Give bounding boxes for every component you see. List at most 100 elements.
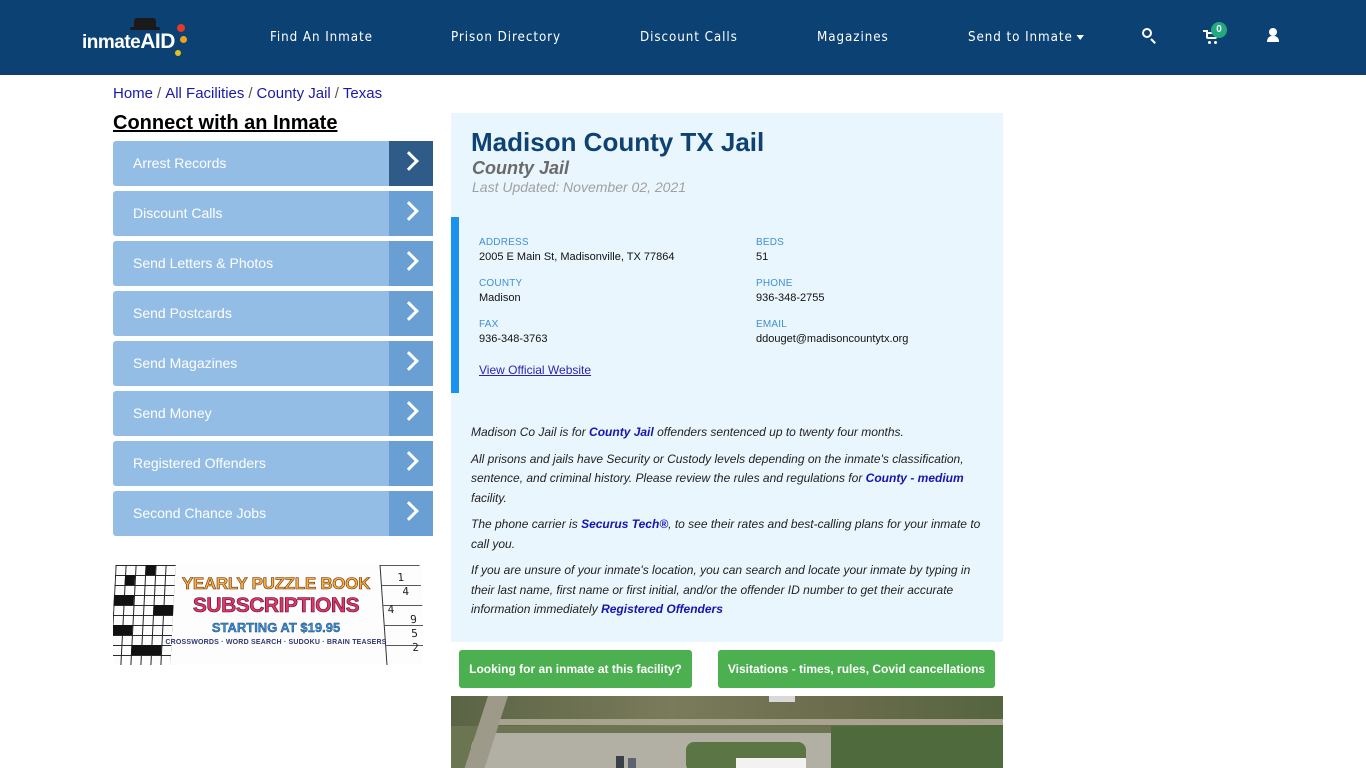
fax-label: FAX — [479, 319, 499, 330]
map-building-roof — [736, 758, 806, 768]
user-body — [1267, 36, 1279, 42]
arrow-box — [389, 241, 433, 286]
sidebar-item-send-postcards[interactable]: Send Postcards — [113, 291, 433, 336]
county-medium-link[interactable]: County - medium — [866, 471, 964, 485]
address-label: ADDRESS — [479, 237, 529, 248]
description-text: Madison Co Jail is for — [471, 425, 590, 439]
ad-price: STARTING AT $19.95 — [211, 620, 341, 635]
phone-label: PHONE — [756, 278, 793, 289]
email-label: EMAIL — [756, 319, 788, 330]
breadcrumb: Home / All Facilities / County Jail / Texas — [113, 85, 382, 102]
map-car — [628, 758, 636, 768]
registered-offenders-link[interactable]: Registered Offenders — [601, 602, 723, 616]
address-value: 2005 E Main St, Madisonville, TX 77864 — [479, 251, 675, 263]
map-road — [491, 719, 1003, 725]
nav-prison-directory[interactable]: Prison Directory — [451, 30, 561, 45]
caret-down-icon — [1076, 35, 1084, 40]
breadcrumb-home[interactable]: Home — [113, 85, 153, 102]
sudoku-digit: 4 — [387, 603, 395, 616]
description-text: offenders sentenced up to twenty four mo… — [653, 425, 904, 439]
nav-discount-calls[interactable]: Discount Calls — [640, 30, 738, 45]
county-label: COUNTY — [479, 278, 523, 289]
sidebar-item-label: Arrest Records — [133, 155, 227, 171]
beds-label: BEDS — [756, 237, 785, 248]
user-icon[interactable] — [1265, 27, 1283, 45]
puzzle-book-ad-banner[interactable]: 1 4 4 9 5 2 YEARLY PUZZLE BOOK SUBSCRIPT… — [113, 565, 423, 665]
chevron-right-icon — [399, 451, 419, 471]
cart-count-badge: 0 — [1211, 22, 1227, 38]
nav-send-to-inmate[interactable]: Send to Inmate — [968, 30, 1084, 45]
nav-find-an-inmate[interactable]: Find An Inmate — [270, 30, 373, 45]
sidebar-item-registered-offenders[interactable]: Registered Offenders — [113, 441, 433, 486]
fax-value: 936-348-3763 — [479, 333, 548, 345]
find-inmate-at-facility-button[interactable]: Looking for an inmate at this facility? — [459, 650, 692, 688]
sidebar-item-send-money[interactable]: Send Money — [113, 391, 433, 436]
crossword-grid-graphic — [113, 565, 176, 665]
sidebar-item-arrest-records[interactable]: Arrest Records — [113, 141, 433, 186]
securus-tech-link[interactable]: Securus Tech® — [581, 517, 668, 531]
sidebar-item-send-magazines[interactable]: Send Magazines — [113, 341, 433, 386]
sudoku-digit: 5 — [410, 627, 419, 640]
breadcrumb-texas[interactable]: Texas — [343, 85, 382, 102]
leaf-icon — [179, 36, 187, 43]
breadcrumb-all-facilities[interactable]: All Facilities — [165, 85, 244, 102]
arrow-box — [389, 341, 433, 386]
grid-block — [124, 575, 136, 585]
chevron-right-icon — [399, 151, 419, 171]
nav-magazines[interactable]: Magazines — [817, 30, 889, 45]
search-lens — [1142, 28, 1152, 38]
map-car — [616, 756, 624, 768]
beds-value: 51 — [756, 251, 769, 263]
grid-block — [113, 625, 133, 635]
arrow-box — [389, 141, 433, 186]
breadcrumb-separator: / — [334, 85, 339, 102]
chevron-right-icon — [399, 201, 419, 221]
arrow-box — [389, 191, 433, 236]
chevron-right-icon — [399, 301, 419, 321]
chevron-right-icon — [399, 501, 419, 521]
county-jail-link[interactable]: County Jail — [589, 425, 654, 439]
description-text: facility. — [471, 490, 507, 505]
map-shed — [769, 696, 795, 702]
arrow-box — [389, 491, 433, 536]
grid-block — [153, 605, 174, 615]
official-website-link[interactable]: View Official Website — [479, 363, 591, 377]
sidebar-item-discount-calls[interactable]: Discount Calls — [113, 191, 433, 236]
logo-accent-label: AID — [140, 30, 175, 53]
sudoku-grid-graphic: 1 4 4 9 5 2 — [379, 565, 423, 665]
email-value: ddouget@madisoncountytx.org — [756, 333, 909, 345]
sudoku-digit: 2 — [411, 641, 420, 654]
visitations-button[interactable]: Visitations - times, rules, Covid cancel… — [718, 650, 995, 688]
arrow-box — [389, 291, 433, 336]
phone-value: 936-348-2755 — [756, 292, 825, 304]
sidebar-menu: Arrest Records Discount Calls Send Lette… — [113, 141, 433, 541]
facility-card: Madison County TX Jail County Jail Last … — [451, 113, 1003, 642]
sudoku-digit: 4 — [401, 585, 410, 598]
chevron-right-icon — [399, 401, 419, 421]
arrow-box — [389, 441, 433, 486]
breadcrumb-separator: / — [157, 85, 162, 102]
ad-tagline: CROSSWORDS · WORD SEARCH · SUDOKU · BRAI… — [165, 639, 387, 646]
sidebar-item-label: Send Magazines — [133, 355, 238, 371]
sidebar-item-label: Send Money — [133, 405, 212, 421]
logo[interactable]: inmate AID — [82, 18, 187, 56]
satellite-map-image[interactable] — [451, 696, 1003, 768]
sudoku-digit: 9 — [409, 613, 418, 626]
sidebar-item-second-chance-jobs[interactable]: Second Chance Jobs — [113, 491, 433, 536]
sidebar-item-label: Send Postcards — [133, 305, 232, 321]
description-paragraph: Madison Co Jail is for County Jail offen… — [471, 423, 987, 443]
facility-description: Madison Co Jail is for County Jail offen… — [471, 423, 987, 627]
chevron-right-icon — [399, 251, 419, 271]
last-updated: Last Updated: November 02, 2021 — [472, 179, 687, 195]
sidebar-item-label: Registered Offenders — [133, 455, 266, 471]
search-icon[interactable] — [1141, 27, 1159, 45]
search-handle — [1150, 38, 1156, 44]
county-value: Madison — [479, 292, 521, 304]
pilgrim-hat-icon — [130, 18, 161, 30]
breadcrumb-county-jail[interactable]: County Jail — [257, 85, 331, 102]
nav-send-to-inmate-label: Send to Inmate — [968, 30, 1073, 45]
facility-info-box: ADDRESS 2005 E Main St, Madisonville, TX… — [451, 217, 1003, 393]
sidebar-item-send-letters-photos[interactable]: Send Letters & Photos — [113, 241, 433, 286]
facility-name: Madison County TX Jail — [471, 127, 765, 157]
leaf-icon — [176, 24, 185, 32]
